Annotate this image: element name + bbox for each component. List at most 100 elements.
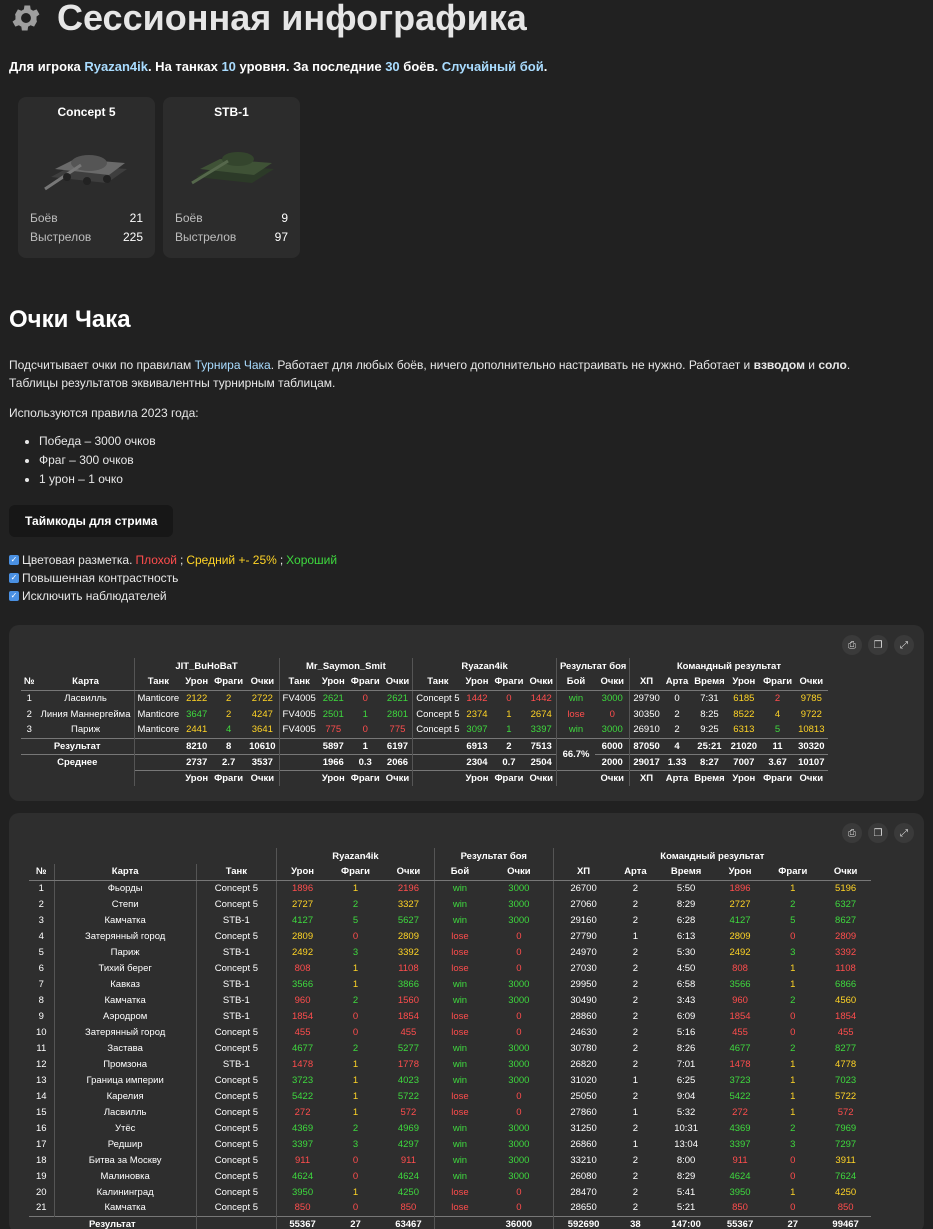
copy-icon[interactable]: ❐ (868, 635, 888, 655)
team-frags: 0 (790, 1026, 796, 1038)
damage-value: 2727 (276, 896, 329, 912)
summary-value: 21020 (727, 737, 761, 754)
team-hp: 29950 (552, 976, 614, 992)
frags-value: 0 (362, 692, 368, 704)
color-coding-option[interactable]: ✓ Цветовая разметка. Плохой; Средний +- 2… (9, 551, 924, 569)
battle-result: win (433, 1152, 486, 1168)
column-header: Время (691, 674, 728, 691)
points-value: 775 (389, 724, 406, 736)
row-number: 10 (36, 1026, 47, 1038)
export-icon[interactable]: ⎙ (842, 635, 862, 655)
column-header: Фраги (211, 674, 247, 691)
column-header: Фраги (211, 769, 247, 786)
column-header: Арта (613, 864, 658, 881)
tank-name: FV4005 (278, 722, 319, 738)
total-row: Результат 55367 27 63467 36000 592690 38 147:00… (29, 1215, 871, 1229)
frags-value: 1 (352, 978, 359, 990)
team-hp: 26910 (629, 722, 663, 738)
arty-count: 0 (674, 692, 680, 704)
team-hp: 31020 (552, 1072, 614, 1088)
summary-value: 38 (613, 1215, 658, 1229)
tank-name: STB-1 (195, 992, 277, 1008)
table-cell (412, 737, 463, 754)
checkbox[interactable]: ✓ (9, 591, 19, 601)
points-value: 1778 (397, 1058, 419, 1070)
damage-value: 808 (276, 960, 329, 976)
team-header: Командный результат (629, 658, 828, 674)
summary-value: 7513 (526, 737, 557, 754)
team-points: 7969 (835, 1122, 857, 1134)
platoon-table: JIT_BuHoBaT Mr_Saymon_Smit Ryazan4ik Резуль… (21, 658, 828, 786)
battle-result: lose (433, 1024, 486, 1040)
column-header: № (21, 674, 38, 691)
copy-icon[interactable]: ❐ (868, 823, 888, 843)
battle-time: 10:31 (674, 1122, 698, 1134)
team-hp: 27860 (552, 1104, 614, 1120)
tank-name: FV4005 (278, 706, 319, 722)
fullscreen-icon[interactable]: ⤢ (894, 823, 914, 843)
summary-value: 6197 (382, 737, 413, 754)
team-frags: 2 (774, 692, 781, 704)
points-value: 1560 (397, 994, 419, 1006)
platoon-results-panel: ⎙ ❐ ⤢ JIT_BuHoBaT Mr_Saymon_Smit Ryazan4ik Ре… (9, 625, 924, 801)
damage-value: 1854 (276, 1008, 329, 1024)
summary-value: 55367 (714, 1215, 766, 1229)
battle-time: 4:50 (676, 962, 696, 974)
frags-value: 2 (352, 994, 359, 1006)
result-points: 0 (516, 1090, 522, 1102)
session-table: Ryazan4ik Результат боя Командный результа… (29, 848, 871, 1229)
result-points: 3000 (601, 692, 623, 704)
row-number: 8 (38, 994, 44, 1006)
battle-result: win (433, 1056, 486, 1072)
tank-name: Concept 5 (195, 1120, 277, 1136)
damage-value: 2621 (322, 692, 344, 704)
points-value: 2722 (251, 692, 273, 704)
checkbox[interactable]: ✓ (9, 573, 19, 583)
column-header: Очки (595, 769, 630, 786)
column-header: Бой (433, 864, 486, 881)
summary-value: 30320 (795, 737, 828, 754)
exclude-spectators-option[interactable]: ✓ Исключить наблюдателей (9, 587, 924, 605)
timecodes-button[interactable]: Таймкоды для стрима (9, 505, 174, 537)
table-cell (38, 770, 134, 786)
team-damage: 2809 (729, 930, 751, 942)
battle-result: win (433, 976, 486, 992)
row-number: 7 (38, 978, 44, 990)
tournament-link[interactable]: Турнира Чака (195, 358, 271, 372)
result-points: 3000 (508, 1154, 530, 1166)
column-header: Урон (727, 674, 761, 691)
damage-value: 2492 (276, 944, 329, 960)
battle-time: 9:25 (700, 724, 719, 736)
fullscreen-icon[interactable]: ⤢ (894, 635, 914, 655)
team-damage: 6313 (733, 724, 755, 736)
summary-value: 592690 (552, 1215, 614, 1229)
team-points: 3392 (835, 946, 857, 958)
arty-count: 2 (632, 1170, 639, 1182)
column-header: Фраги (760, 769, 796, 786)
list-item: Фраг – 300 очков (39, 451, 924, 470)
table-header-row: JIT_BuHoBaT Mr_Saymon_Smit Ryazan4ik Резуль… (21, 658, 828, 674)
export-icon[interactable]: ⎙ (842, 823, 862, 843)
team-damage: 2492 (729, 946, 751, 958)
result-points: 3000 (508, 1122, 530, 1134)
summary-value: 63467 (382, 1215, 435, 1229)
team-points: 455 (837, 1026, 854, 1038)
table-row: 16 Утёс Concept 5 4369 2 4969 win 3000 31250 2 10:… (29, 1120, 871, 1136)
points-value: 2801 (386, 708, 409, 720)
contrast-option[interactable]: ✓ Повышенная контрастность (9, 569, 924, 587)
summary-value: 0.7 (491, 753, 527, 770)
damage-value: 3097 (466, 724, 488, 736)
row-number: 13 (36, 1074, 47, 1086)
column-header: Танк (133, 674, 183, 691)
column-header: Танк (412, 674, 463, 691)
damage-value: 4369 (276, 1120, 329, 1136)
summary-value: 8210 (182, 737, 212, 754)
map-name: Калининград (53, 1184, 197, 1200)
row-number: 14 (36, 1090, 47, 1102)
tank-name: Concept 5 (195, 1152, 277, 1168)
tank-name: STB-1 (195, 912, 277, 928)
checkbox[interactable]: ✓ (9, 555, 19, 565)
summary-value: 29017 (629, 753, 663, 770)
team-damage: 1854 (729, 1010, 751, 1022)
damage-value: 3566 (276, 976, 329, 992)
